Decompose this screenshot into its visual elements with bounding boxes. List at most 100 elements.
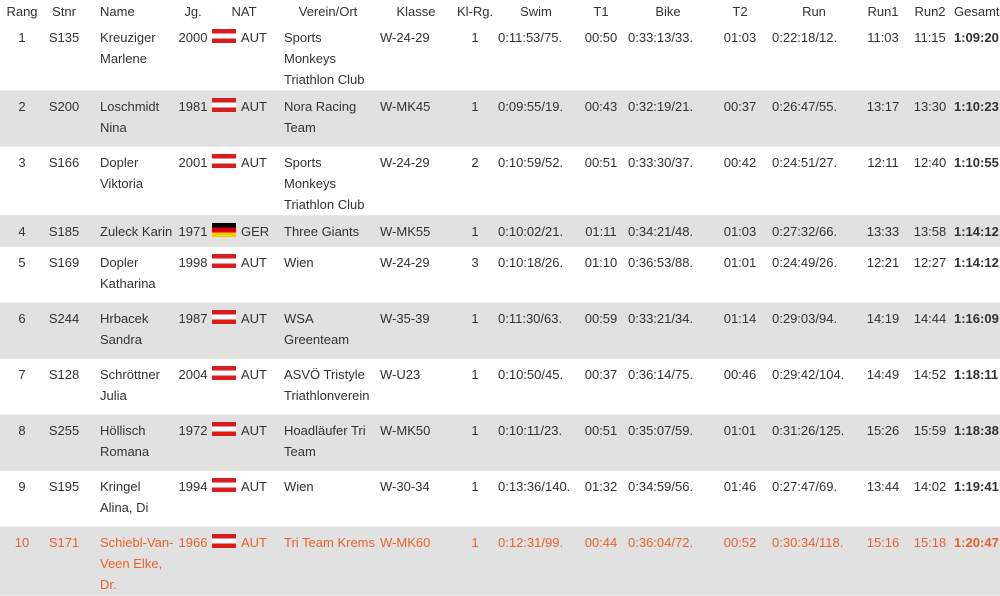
- t2-cell: 00:46: [710, 358, 770, 415]
- year-cell: 2001: [176, 146, 210, 216]
- table-row[interactable]: 1 S135 Kreuziger Marlene 2000 AUT Sports Monk…: [0, 22, 1000, 91]
- col-run2[interactable]: Run2: [908, 0, 952, 22]
- name-cell: Schiebl-Van-Veen Elke, Dr.: [84, 526, 176, 596]
- year-cell: 1994: [176, 470, 210, 527]
- nat-code: AUT: [241, 311, 267, 326]
- table-row[interactable]: 2 S200 Loschmidt Nina 1981 AUT Nora Racing Te…: [0, 90, 1000, 147]
- stnr-cell: S200: [44, 90, 84, 147]
- col-klasse[interactable]: Klasse: [378, 0, 454, 22]
- col-t1[interactable]: T1: [576, 0, 626, 22]
- class-cell: W-MK60: [378, 526, 454, 596]
- year-cell: 1998: [176, 246, 210, 303]
- class-cell: W-24-29: [378, 246, 454, 303]
- t2-cell: 01:03: [710, 22, 770, 91]
- run-cell: 0:22:18/12.: [770, 22, 858, 91]
- bike-cell: 0:36:04/72.: [626, 526, 710, 596]
- club-cell: Hoadläufer Tri Team: [278, 414, 378, 471]
- swim-cell: 0:10:59/52.: [496, 146, 576, 216]
- class-rank-cell: 1: [454, 90, 496, 147]
- run-cell: 0:24:49/26.: [770, 246, 858, 303]
- t1-cell: 00:59: [576, 302, 626, 359]
- stnr-cell: S255: [44, 414, 84, 471]
- t2-cell: 01:01: [710, 246, 770, 303]
- austria-flag-icon: [212, 422, 236, 436]
- nat-code: AUT: [241, 255, 267, 270]
- run1-cell: 12:21: [858, 246, 908, 303]
- name-cell: Dopler Katharina: [84, 246, 176, 303]
- class-cell: W-MK55: [378, 215, 454, 247]
- run-cell: 0:29:42/104.: [770, 358, 858, 415]
- col-nat[interactable]: NAT: [210, 0, 278, 22]
- rank-cell: 6: [0, 302, 44, 359]
- table-row[interactable]: 4 S185 Zuleck Karin 1971 GER Three Giants W-MK…: [0, 215, 1000, 247]
- t1-cell: 01:10: [576, 246, 626, 303]
- year-cell: 2000: [176, 22, 210, 91]
- austria-flag-icon: [212, 29, 236, 43]
- class-cell: W-MK50: [378, 414, 454, 471]
- total-cell: 1:19:41: [952, 470, 1000, 527]
- col-jg[interactable]: Jg.: [176, 0, 210, 22]
- run1-cell: 14:19: [858, 302, 908, 359]
- col-gesamt[interactable]: Gesamt: [952, 0, 1000, 22]
- col-rang[interactable]: Rang: [0, 0, 44, 22]
- col-t2[interactable]: T2: [710, 0, 770, 22]
- nat-code: AUT: [241, 99, 267, 114]
- table-row[interactable]: 7 S128 Schröttner Julia 2004 AUT ASVÖ Tristyl…: [0, 358, 1000, 415]
- run2-cell: 14:44: [908, 302, 952, 359]
- rank-cell: 8: [0, 414, 44, 471]
- table-row[interactable]: 3 S166 Dopler Viktoria 2001 AUT Sports Monkey…: [0, 146, 1000, 216]
- run2-cell: 14:52: [908, 358, 952, 415]
- col-name[interactable]: Name: [84, 0, 176, 22]
- stnr-cell: S185: [44, 215, 84, 247]
- nat-cell: AUT: [210, 146, 278, 216]
- run2-cell: 12:40: [908, 146, 952, 216]
- year-cell: 1987: [176, 302, 210, 359]
- col-swim[interactable]: Swim: [496, 0, 576, 22]
- club-cell: Sports Monkeys Triathlon Club: [278, 22, 378, 91]
- nat-code: AUT: [241, 30, 267, 45]
- table-row[interactable]: 10 S171 Schiebl-Van-Veen Elke, Dr. 1966 AUT T…: [0, 526, 1000, 596]
- class-cell: W-30-34: [378, 470, 454, 527]
- total-cell: 1:10:23: [952, 90, 1000, 147]
- name-cell: Hrbacek Sandra: [84, 302, 176, 359]
- nat-code: AUT: [241, 423, 267, 438]
- club-cell: Wien: [278, 470, 378, 527]
- table-row[interactable]: 5 S169 Dopler Katharina 1998 AUT Wien W-24-29 3…: [0, 246, 1000, 303]
- col-klrg[interactable]: Kl-Rg.: [454, 0, 496, 22]
- col-run[interactable]: Run: [770, 0, 858, 22]
- table-row[interactable]: 9 S195 Kringel Alina, Di 1994 AUT Wien W-30-34…: [0, 470, 1000, 527]
- run1-cell: 13:17: [858, 90, 908, 147]
- run-cell: 0:27:47/69.: [770, 470, 858, 527]
- nat-code: AUT: [241, 535, 267, 550]
- table-row[interactable]: 8 S255 Höllisch Romana 1972 AUT Hoadläufer Tr…: [0, 414, 1000, 471]
- col-bike[interactable]: Bike: [626, 0, 710, 22]
- table-row[interactable]: 6 S244 Hrbacek Sandra 1987 AUT WSA Greenteam W…: [0, 302, 1000, 359]
- col-stnr[interactable]: Stnr: [44, 0, 84, 22]
- nat-code: AUT: [241, 367, 267, 382]
- bike-cell: 0:34:21/48.: [626, 215, 710, 247]
- rank-cell: 5: [0, 246, 44, 303]
- class-rank-cell: 1: [454, 302, 496, 359]
- t1-cell: 00:43: [576, 90, 626, 147]
- club-cell: Sports Monkeys Triathlon Club: [278, 146, 378, 216]
- run-cell: 0:27:32/66.: [770, 215, 858, 247]
- t1-cell: 00:44: [576, 526, 626, 596]
- nat-cell: AUT: [210, 526, 278, 596]
- col-run1[interactable]: Run1: [858, 0, 908, 22]
- stnr-cell: S128: [44, 358, 84, 415]
- run1-cell: 15:16: [858, 526, 908, 596]
- name-cell: Loschmidt Nina: [84, 90, 176, 147]
- stnr-cell: S244: [44, 302, 84, 359]
- swim-cell: 0:10:11/23.: [496, 414, 576, 471]
- col-verein[interactable]: Verein/Ort: [278, 0, 378, 22]
- t1-cell: 00:51: [576, 146, 626, 216]
- t1-cell: 01:32: [576, 470, 626, 527]
- stnr-cell: S135: [44, 22, 84, 91]
- t1-cell: 00:51: [576, 414, 626, 471]
- club-cell: WSA Greenteam: [278, 302, 378, 359]
- class-rank-cell: 1: [454, 470, 496, 527]
- swim-cell: 0:12:31/99.: [496, 526, 576, 596]
- total-cell: 1:20:47: [952, 526, 1000, 596]
- total-cell: 1:10:55: [952, 146, 1000, 216]
- nat-code: AUT: [241, 155, 267, 170]
